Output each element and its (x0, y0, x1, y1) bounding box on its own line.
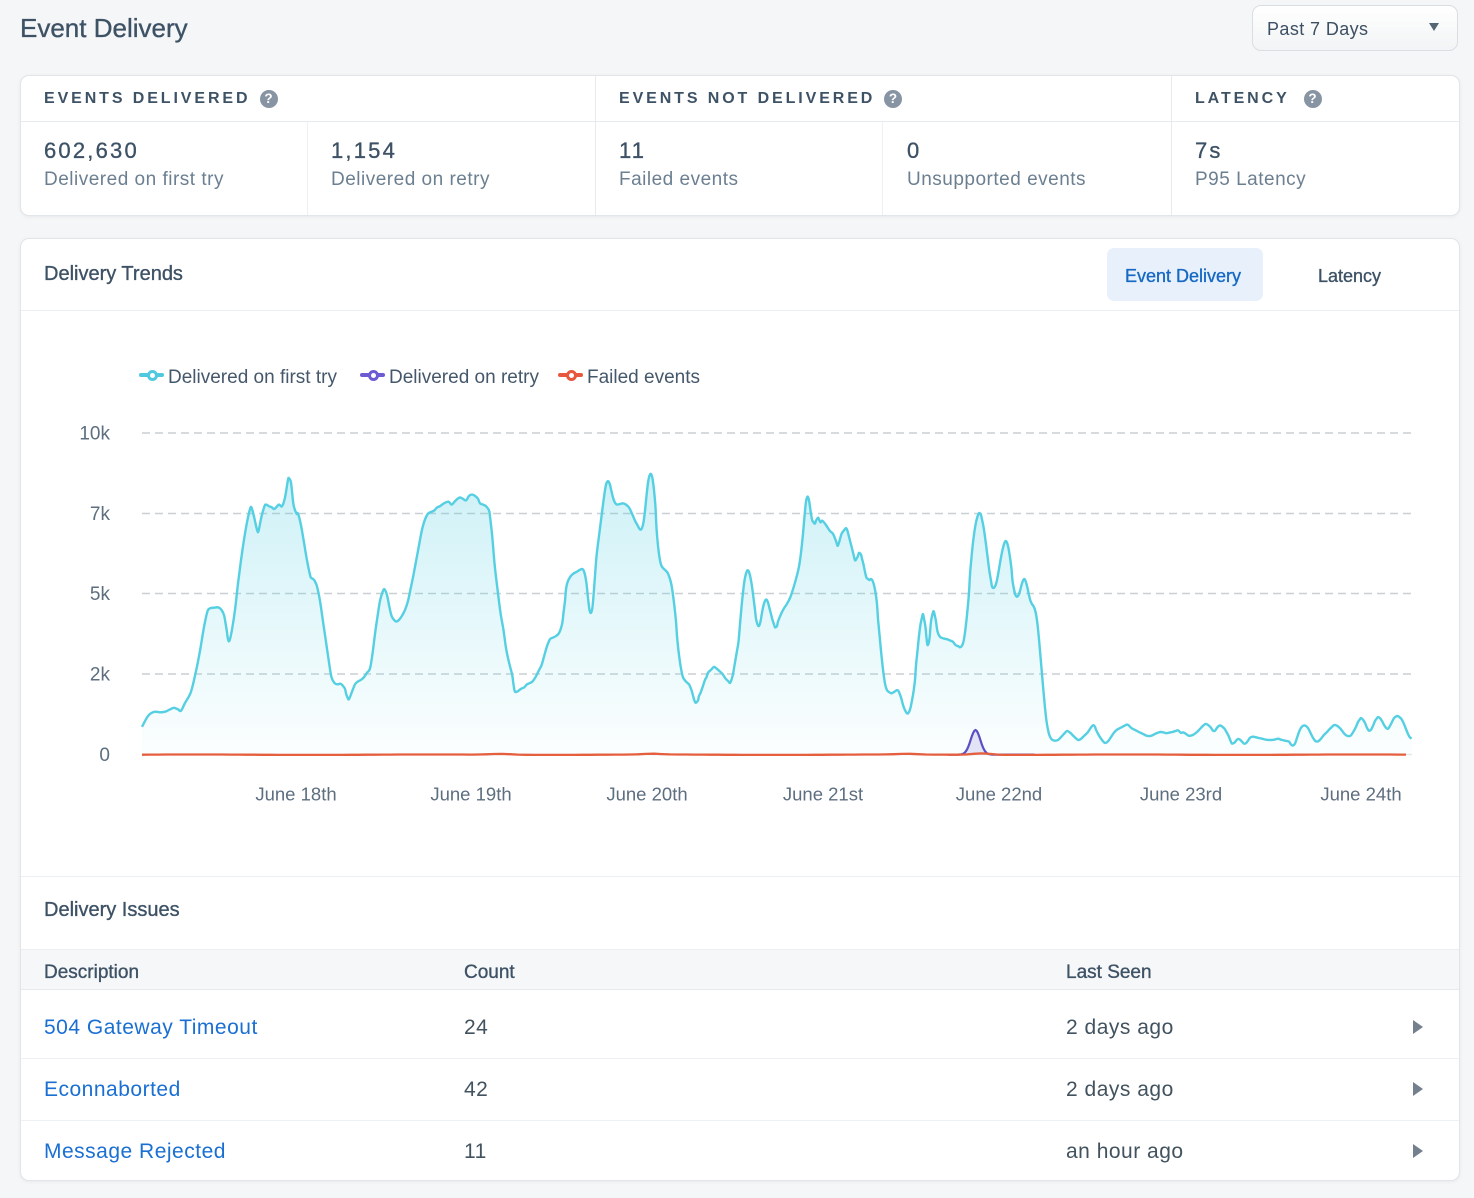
svg-text:0: 0 (99, 745, 110, 766)
svg-text:2k: 2k (90, 665, 111, 686)
svg-text:June 21st: June 21st (783, 784, 863, 805)
svg-text:June 18th: June 18th (255, 784, 336, 805)
svg-text:June 22nd: June 22nd (956, 784, 1042, 805)
svg-text:10k: 10k (79, 424, 110, 445)
svg-text:June 23rd: June 23rd (1140, 784, 1222, 805)
svg-text:7k: 7k (90, 504, 111, 525)
svg-text:June 24th: June 24th (1320, 784, 1401, 805)
svg-text:June 20th: June 20th (606, 784, 687, 805)
svg-text:June 19th: June 19th (430, 784, 511, 805)
svg-text:5k: 5k (90, 584, 111, 605)
